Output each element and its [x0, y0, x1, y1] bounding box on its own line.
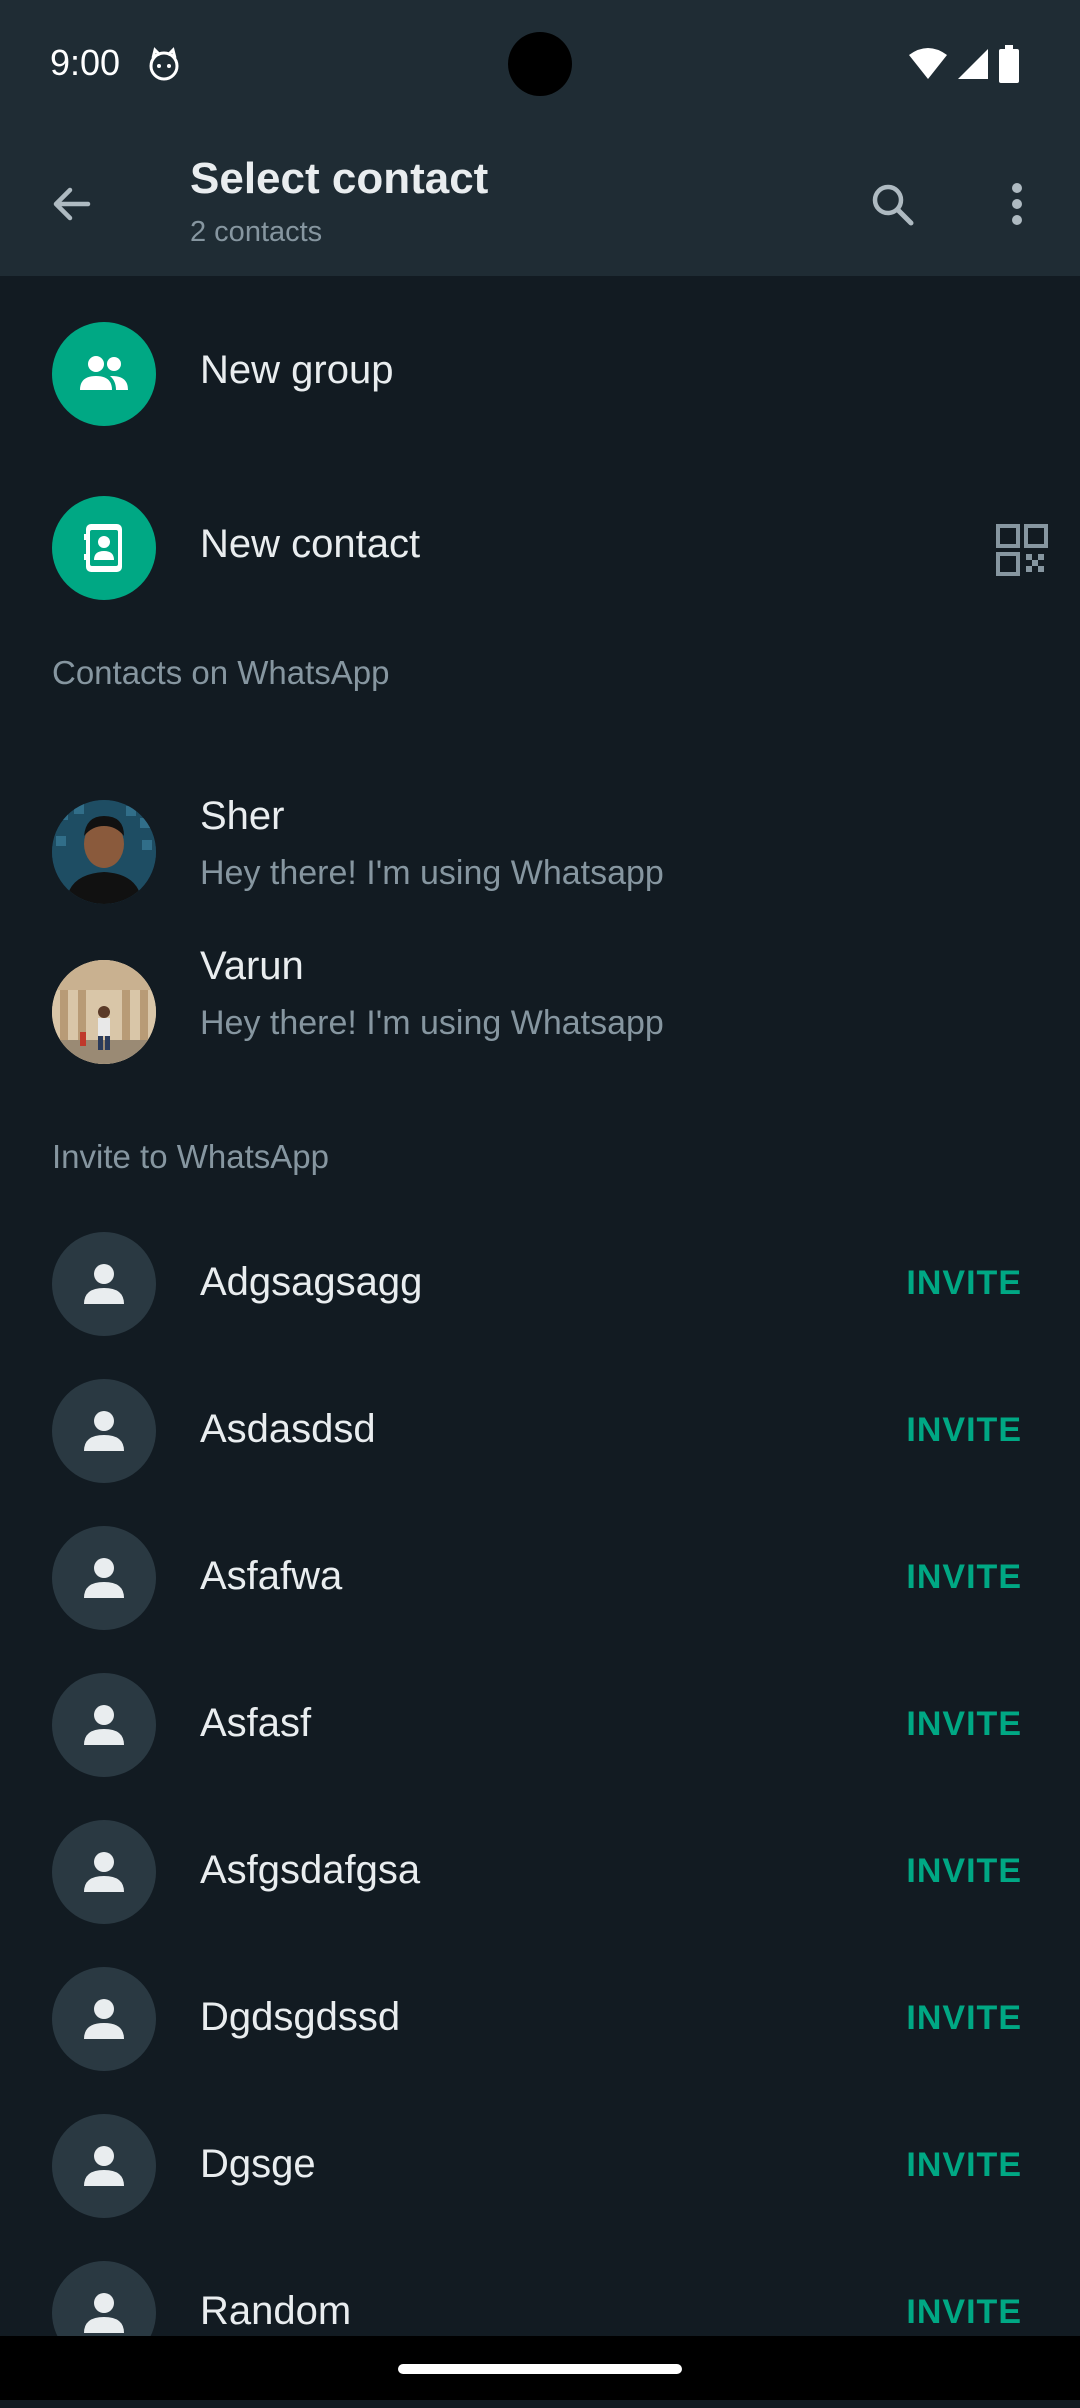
invite-contact-row[interactable]: Asdasdsd INVITE: [0, 1379, 1080, 1526]
avatar: [52, 1967, 156, 2071]
contact-row-sher[interactable]: Sher Hey there! I'm using Whatsapp: [0, 756, 1080, 946]
new-contact-avatar: [52, 496, 156, 600]
invite-button[interactable]: INVITE: [906, 2146, 1022, 2185]
new-contact-label: New contact: [200, 522, 421, 566]
person-icon: [84, 1558, 124, 1598]
page-title: Select contact: [190, 154, 489, 203]
contact-status: Hey there! I'm using Whatsapp: [200, 854, 664, 892]
more-options-button[interactable]: [985, 172, 1049, 236]
new-group-label: New group: [200, 348, 394, 392]
invite-contact-row[interactable]: Asfgsdafgsa INVITE: [0, 1820, 1080, 1967]
contact-name: Asfasf: [200, 1701, 312, 1745]
back-arrow-icon: [53, 187, 91, 221]
contact-name: Asfgsdafgsa: [200, 1848, 421, 1892]
person-icon: [84, 2146, 124, 2186]
profile-photo: [52, 960, 156, 1064]
contact-name: Dgsge: [200, 2142, 316, 2186]
invite-contact-row[interactable]: Asfafwa INVITE: [0, 1526, 1080, 1673]
back-button[interactable]: [40, 172, 104, 236]
invite-contact-row[interactable]: Asfasf INVITE: [0, 1673, 1080, 1820]
invite-button[interactable]: INVITE: [906, 1558, 1022, 1597]
invite-button[interactable]: INVITE: [906, 2293, 1022, 2332]
contact-name: Random: [200, 2289, 352, 2333]
new-contact-row[interactable]: New contact: [0, 448, 1080, 620]
search-button[interactable]: [860, 172, 924, 236]
section-header-invite: Invite to WhatsApp: [52, 1138, 329, 1175]
person-icon: [84, 1999, 124, 2039]
qr-code-icon[interactable]: [996, 524, 1048, 576]
avatar: [52, 1232, 156, 1336]
contact-row-varun[interactable]: Varun Hey there! I'm using Whatsapp: [0, 944, 1080, 1136]
avatar: [52, 1820, 156, 1924]
wifi-icon: [909, 48, 947, 79]
invite-contact-row[interactable]: Dgdsgdssd INVITE: [0, 1967, 1080, 2114]
contact-name: Asdasdsd: [200, 1407, 376, 1451]
section-header-contacts: Contacts on WhatsApp: [52, 654, 390, 691]
person-icon: [84, 1852, 124, 1892]
status-icons: [908, 44, 1020, 84]
app-bar: Select contact 2 contacts: [0, 128, 1080, 276]
avatar: [52, 1526, 156, 1630]
invite-contact-row[interactable]: Adgsagsagg INVITE: [0, 1232, 1080, 1379]
avatar: [52, 1379, 156, 1483]
status-time: 9:00: [50, 42, 121, 83]
new-group-avatar: [52, 322, 156, 426]
notification-cat-icon: [149, 47, 179, 81]
contact-name: Sher: [200, 794, 285, 838]
home-gesture-handle[interactable]: [398, 2364, 682, 2374]
group-icon: [80, 356, 128, 390]
contact-name: Adgsagsagg: [200, 1260, 423, 1304]
person-icon: [84, 1411, 124, 1451]
avatar: [52, 800, 156, 904]
signal-icon: [958, 49, 988, 79]
navigation-bar: [0, 2336, 1080, 2400]
camera-cutout: [508, 32, 572, 96]
invite-button[interactable]: INVITE: [906, 1852, 1022, 1891]
status-bar: 9:00: [0, 0, 1080, 128]
invite-button[interactable]: INVITE: [906, 1264, 1022, 1303]
contact-count: 2 contacts: [190, 216, 323, 248]
new-group-row[interactable]: New group: [0, 276, 1080, 448]
profile-photo: [52, 800, 156, 904]
contact-card-icon: [84, 524, 122, 572]
invite-button[interactable]: INVITE: [906, 1705, 1022, 1744]
person-icon: [84, 2293, 124, 2333]
more-vert-icon: [1012, 183, 1022, 225]
invite-button[interactable]: INVITE: [906, 1411, 1022, 1450]
invite-button[interactable]: INVITE: [906, 1999, 1022, 2038]
person-icon: [84, 1264, 124, 1304]
contact-name: Dgdsgdssd: [200, 1995, 401, 2039]
contact-name: Varun: [200, 944, 304, 988]
avatar: [52, 2114, 156, 2218]
contact-status: Hey there! I'm using Whatsapp: [200, 1004, 664, 1042]
avatar: [52, 960, 156, 1064]
search-icon: [872, 184, 914, 226]
battery-icon: [999, 45, 1019, 83]
contact-name: Asfafwa: [200, 1554, 343, 1598]
invite-contact-row[interactable]: Dgsge INVITE: [0, 2114, 1080, 2261]
avatar: [52, 1673, 156, 1777]
person-icon: [84, 1705, 124, 1745]
